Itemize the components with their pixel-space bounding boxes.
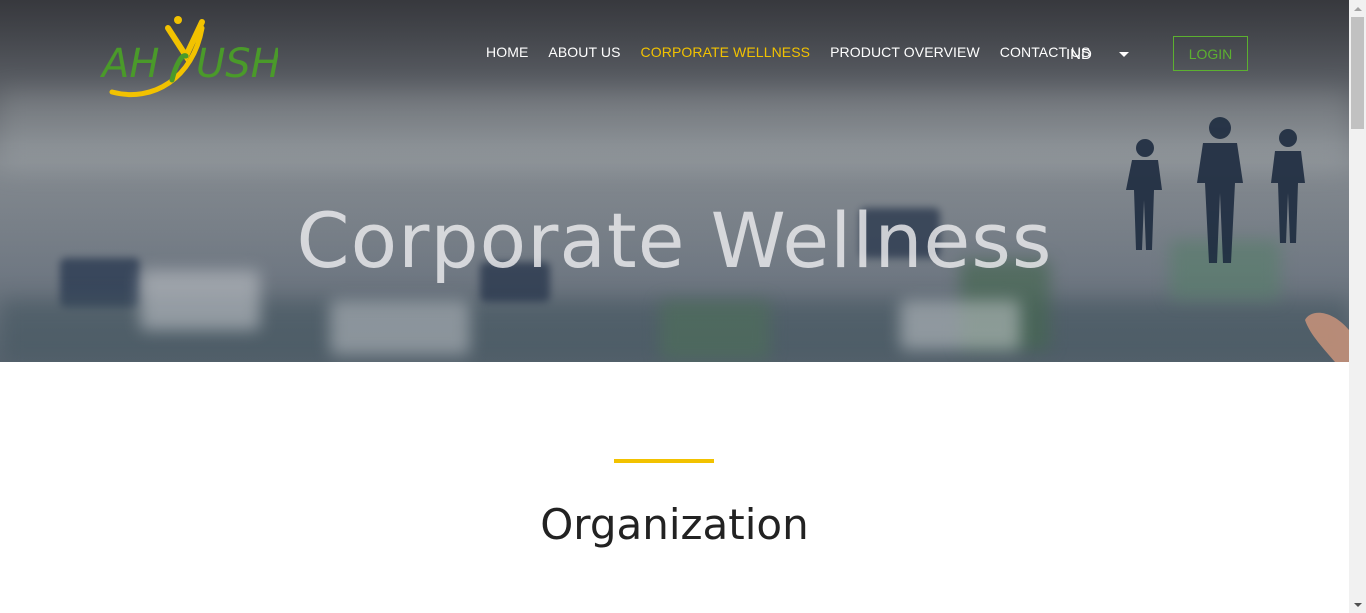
section-accent-divider <box>614 459 714 463</box>
language-label: IND <box>1066 45 1092 63</box>
main-navigation: HOME ABOUT US CORPORATE WELLNESS PRODUCT… <box>486 44 1111 60</box>
page: Corporate Wellness AH USH HOME ABOUT US … <box>0 0 1349 613</box>
scrollbar-thumb[interactable] <box>1351 17 1364 129</box>
nav-corporate-wellness[interactable]: CORPORATE WELLNESS <box>641 44 811 60</box>
login-button[interactable]: LOGIN <box>1173 36 1248 71</box>
svg-text:USH: USH <box>196 41 278 87</box>
section-title: Organization <box>540 500 809 549</box>
vertical-scrollbar[interactable] <box>1349 0 1366 613</box>
nav-home[interactable]: HOME <box>486 44 528 60</box>
hand-graphic <box>1305 312 1349 362</box>
hero-title: Corporate Wellness <box>296 196 1053 285</box>
svg-text:AH: AH <box>99 41 159 87</box>
nav-about-us[interactable]: ABOUT US <box>548 44 620 60</box>
nav-product-overview[interactable]: PRODUCT OVERVIEW <box>830 44 980 60</box>
caret-down-icon <box>1119 51 1129 57</box>
scroll-up-arrow-icon[interactable] <box>1349 0 1366 17</box>
scroll-down-arrow-icon[interactable] <box>1349 596 1366 613</box>
ahyush-logo[interactable]: AH USH <box>98 8 278 100</box>
language-selector[interactable]: IND <box>1066 44 1132 64</box>
